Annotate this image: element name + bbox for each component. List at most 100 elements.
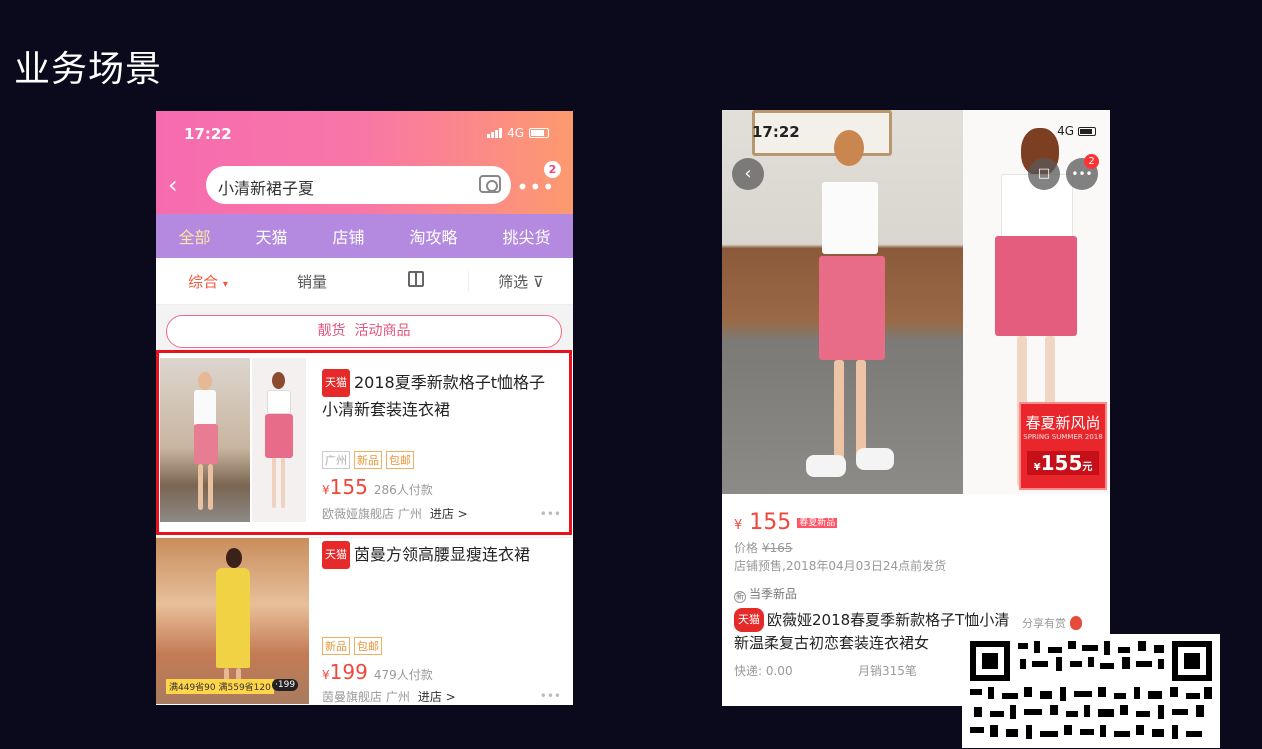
currency: ¥	[322, 483, 330, 497]
network-type: 4G	[1057, 124, 1074, 138]
header-bar: 17:22 4G ‹ 小清新裙子夏 ••• 2	[156, 111, 573, 214]
unit: 元	[1082, 462, 1093, 473]
search-input[interactable]: 小清新裙子夏	[206, 166, 511, 204]
tmall-badge: 天猫	[322, 541, 350, 569]
currency: ¥	[322, 668, 330, 682]
monthly-sales: 月销315笔	[858, 664, 917, 678]
product-tags: 新品 包邮	[322, 637, 382, 655]
tab-all[interactable]: 全部	[178, 224, 210, 248]
back-button[interactable]: ‹	[732, 158, 764, 190]
tab-tmall[interactable]: 天猫	[255, 224, 287, 248]
network-type: 4G	[507, 126, 524, 140]
more-options-icon[interactable]: •••	[540, 507, 561, 521]
product-title: 天猫 2018夏季新款格子t恤格子小清新套装连衣裙	[322, 369, 557, 423]
view-toggle[interactable]	[364, 271, 468, 291]
tab-guides[interactable]: 淘攻略	[409, 224, 457, 248]
signal-icon	[487, 128, 503, 138]
sort-composite[interactable]: 综合 ▾	[156, 271, 260, 292]
promo-label: 靓货	[317, 323, 346, 339]
sort-sales[interactable]: 销量	[260, 271, 364, 292]
slide-title: 业务场景	[14, 49, 163, 90]
promo-sticker-sub: SPRING SUMMER 2018	[1023, 433, 1103, 441]
product-photo: 满449省90 满559省120 ·199	[156, 538, 309, 704]
shipping-fee: 快递: 0.00	[734, 664, 793, 678]
original-price: ¥165	[762, 541, 793, 555]
coupon-label: 满449省90 满559省120	[166, 679, 274, 694]
search-query: 小清新裙子夏	[218, 179, 315, 198]
new-season-label: 当季新品	[749, 587, 798, 601]
product-title-text: 茵曼方领高腰显瘦连衣裙	[354, 545, 531, 564]
cart-badge: 2	[1084, 154, 1099, 169]
enter-shop-link[interactable]: 进店 >	[418, 690, 456, 704]
list-item[interactable]: 天猫 2018夏季新款格子t恤格子小清新套装连衣裙 广州 新品 包邮 ¥155 28…	[156, 352, 573, 537]
price: 155	[1040, 451, 1083, 475]
tag-free-shipping: 包邮	[354, 637, 382, 655]
tmall-badge: 天猫	[734, 608, 764, 632]
coupon-price: ·199	[272, 679, 299, 691]
buyer-count: 479人付款	[373, 668, 433, 682]
filter-icon: ⊽	[532, 272, 544, 291]
list-grid-icon	[408, 271, 424, 287]
product-illustration	[252, 358, 306, 522]
share-label: 分享有赏	[1022, 617, 1066, 630]
shop-name: 欧薇娅旗舰店 广州	[322, 507, 422, 521]
currency: ¥	[734, 518, 743, 533]
new-season-icon: 新	[734, 591, 746, 603]
presale-notice: 店铺预售,2018年04月03日24点前发货	[734, 559, 947, 573]
price: 155	[749, 510, 792, 535]
promo-text: 活动商品	[354, 323, 411, 339]
more-options-icon[interactable]: •••	[540, 689, 561, 703]
tmall-badge: 天猫	[322, 369, 350, 397]
price: 155	[329, 475, 368, 499]
tab-top-picks[interactable]: 挑尖货	[502, 224, 550, 248]
money-bag-icon	[1070, 616, 1082, 630]
promo-sticker-price: ¥155元	[1027, 451, 1099, 475]
list-item[interactable]: 满449省90 满559省120 ·199 天猫 茵曼方领高腰显瘦连衣裙 新品 包…	[156, 537, 573, 705]
back-icon[interactable]: ‹	[168, 171, 178, 199]
cart-icon[interactable]: □	[1028, 158, 1060, 190]
new-season-row: 新当季新品	[734, 585, 797, 603]
filter-button[interactable]: 筛选 ⊽	[468, 270, 573, 292]
original-price-row: 价格 ¥165	[734, 539, 793, 556]
promo-sticker-title: 春夏新风尚	[1025, 414, 1101, 432]
category-tabs: 全部 天猫 店铺 淘攻略 挑尖货	[156, 214, 573, 258]
tab-shops[interactable]: 店铺	[332, 224, 364, 248]
battery-icon	[1078, 126, 1096, 136]
enter-shop-link[interactable]: 进店 >	[430, 507, 468, 521]
sort-composite-label: 综合	[188, 272, 219, 291]
tag-new: 新品	[322, 637, 350, 655]
shop-name: 茵曼旗舰店 广州	[322, 690, 410, 704]
product-title: 天猫 茵曼方领高腰显瘦连衣裙	[322, 541, 557, 569]
tag-new: 新品	[354, 451, 382, 469]
tag-location: 广州	[322, 451, 350, 469]
price-row: ¥199 479人付款	[322, 660, 433, 684]
search-results-screen: 17:22 4G ‹ 小清新裙子夏 ••• 2 全部 天猫 店铺 淘攻略 挑尖货…	[156, 111, 573, 705]
qr-code-pattern	[970, 641, 1212, 739]
price: 199	[329, 660, 368, 684]
status-indicators: 4G	[1057, 124, 1096, 138]
sort-bar: 综合 ▾ 销量 筛选 ⊽	[156, 258, 573, 305]
product-detail-screen: 17:22 4G ‹ □ ••• 2 春夏新风尚 SPRING SUMMER 2…	[722, 110, 1110, 706]
currency: ¥	[1033, 462, 1041, 473]
status-time: 17:22	[184, 125, 232, 143]
price-row: ¥ 155 春夏新品	[734, 510, 838, 535]
promo-filter-button[interactable]: 靓货 活动商品	[166, 315, 562, 348]
product-tags: 广州 新品 包邮	[322, 451, 414, 469]
shop-row: 茵曼旗舰店 广州 进店 >	[322, 688, 456, 705]
price-row: ¥155 286人付款	[322, 475, 433, 499]
dropdown-icon: ▾	[222, 278, 228, 290]
status-bar: 17:22 4G	[156, 111, 573, 155]
battery-icon	[529, 128, 549, 138]
more-icon[interactable]: •••	[517, 175, 555, 199]
original-price-label: 价格	[734, 541, 759, 555]
tag-free-shipping: 包邮	[386, 451, 414, 469]
share-reward-button[interactable]: 分享有赏	[1022, 615, 1082, 631]
shop-row: 欧薇娅旗舰店 广州 进店 >	[322, 505, 468, 522]
status-time: 17:22	[752, 123, 800, 141]
buyer-count: 286人付款	[373, 483, 433, 497]
product-title-text: 2018夏季新款格子t恤格子小清新套装连衣裙	[322, 373, 545, 419]
promo-sticker: 春夏新风尚 SPRING SUMMER 2018 ¥155元	[1019, 402, 1107, 490]
camera-icon[interactable]	[479, 175, 501, 193]
filter-label: 筛选	[498, 272, 529, 291]
message-badge: 2	[544, 161, 561, 178]
